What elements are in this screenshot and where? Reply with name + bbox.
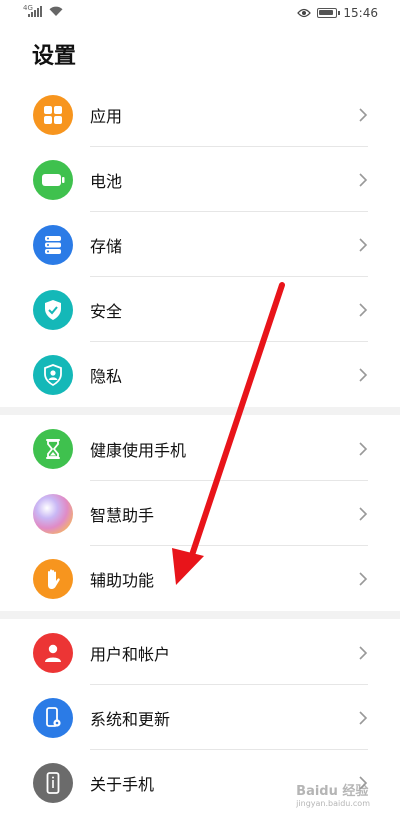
user-icon	[33, 632, 73, 673]
battery-status-icon	[317, 8, 341, 18]
watermark: Baidu 经验 jingyan.baidu.com	[296, 780, 370, 808]
settings-item-security[interactable]: 安全	[0, 277, 400, 342]
settings-item-system-updates[interactable]: 系统和更新	[0, 685, 400, 750]
settings-group-2: 健康使用手机 智慧助手 辅助功能	[0, 416, 400, 611]
phone-info-icon	[33, 762, 73, 803]
hand-icon	[33, 558, 73, 599]
settings-item-label: 电池	[90, 171, 123, 191]
section-separator	[0, 611, 400, 619]
settings-item-label: 用户和帐户	[90, 644, 171, 664]
watermark-main: Baidu 经验	[296, 784, 369, 799]
eye-icon	[297, 8, 312, 18]
chevron-right-icon	[359, 237, 368, 252]
shield-check-icon	[33, 289, 73, 330]
settings-item-smart-assistant[interactable]: 智慧助手	[0, 481, 400, 546]
chevron-right-icon	[359, 645, 368, 660]
chevron-right-icon	[359, 107, 368, 122]
settings-item-label: 健康使用手机	[90, 440, 187, 460]
status-right: 15:46	[297, 6, 378, 20]
hourglass-icon	[33, 428, 73, 469]
settings-item-label: 安全	[90, 301, 123, 321]
chevron-right-icon	[359, 367, 368, 382]
battery-icon	[33, 159, 73, 200]
settings-item-battery[interactable]: 电池	[0, 147, 400, 212]
settings-item-apps[interactable]: 应用	[0, 82, 400, 147]
apps-grid-icon	[33, 94, 73, 135]
wifi-icon	[49, 6, 63, 16]
watermark-sub: jingyan.baidu.com	[296, 799, 370, 808]
chevron-right-icon	[359, 571, 368, 586]
chevron-right-icon	[359, 172, 368, 187]
storage-icon	[33, 224, 73, 265]
status-bar: 4G 15:46	[0, 0, 400, 28]
privacy-shield-icon	[33, 354, 73, 395]
status-left: 4G	[23, 4, 63, 17]
chevron-right-icon	[359, 506, 368, 521]
page-title: 设置	[32, 44, 77, 69]
settings-group-1: 应用 电池 存储 安全 隐私	[0, 82, 400, 407]
settings-item-digital-balance[interactable]: 健康使用手机	[0, 416, 400, 481]
settings-item-storage[interactable]: 存储	[0, 212, 400, 277]
network-type: 4G	[23, 4, 33, 12]
phone-settings-icon	[33, 697, 73, 738]
smart-assistant-icon	[33, 493, 73, 534]
settings-item-users-accounts[interactable]: 用户和帐户	[0, 620, 400, 685]
settings-item-label: 存储	[90, 236, 123, 256]
section-separator	[0, 407, 400, 415]
chevron-right-icon	[359, 441, 368, 456]
settings-item-label: 辅助功能	[90, 570, 155, 590]
chevron-right-icon	[359, 710, 368, 725]
chevron-right-icon	[359, 302, 368, 317]
settings-item-label: 智慧助手	[90, 505, 155, 525]
settings-item-label: 系统和更新	[90, 709, 171, 729]
settings-item-label: 关于手机	[90, 774, 155, 794]
settings-item-label: 隐私	[90, 366, 123, 386]
settings-item-accessibility[interactable]: 辅助功能	[0, 546, 400, 611]
status-time: 15:46	[343, 6, 378, 20]
settings-item-privacy[interactable]: 隐私	[0, 342, 400, 407]
settings-item-label: 应用	[90, 106, 123, 126]
